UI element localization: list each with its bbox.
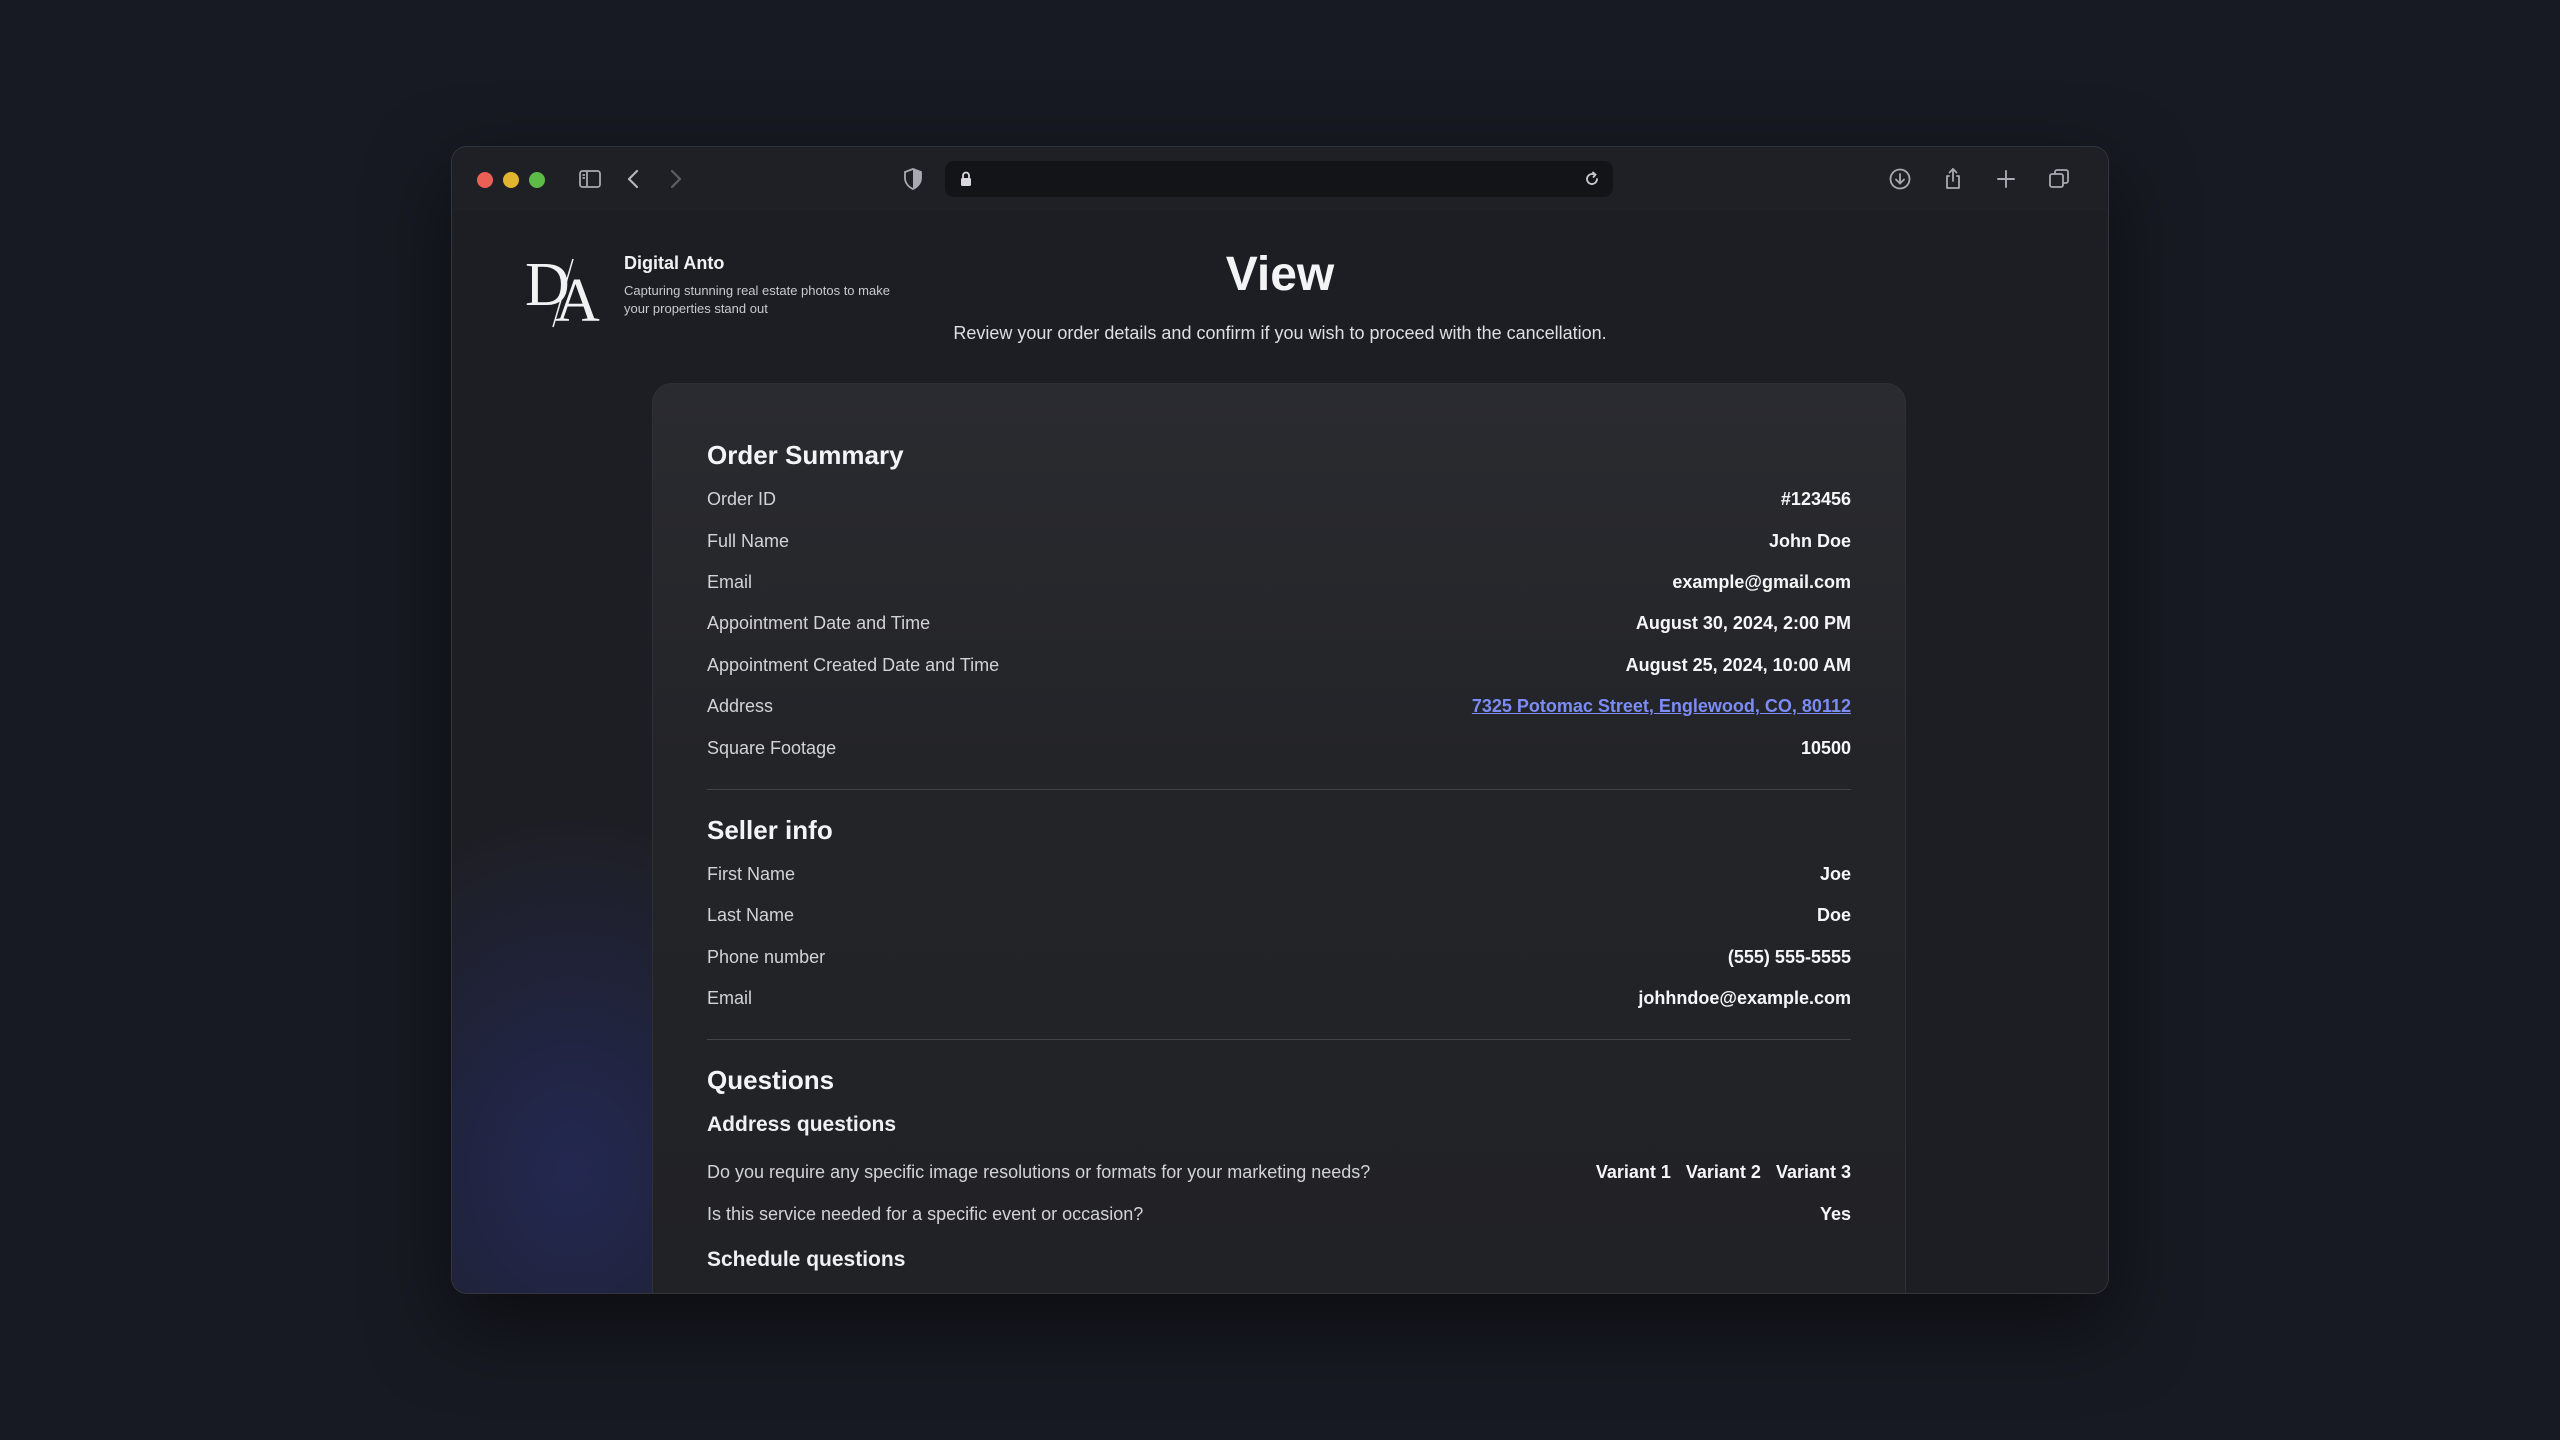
question-row: Is this service needed for a specific ev…: [707, 1194, 1851, 1235]
square-footage-row: Square Footage 10500: [707, 727, 1851, 768]
order-id-row: Order ID #123456: [707, 479, 1851, 520]
appointment-created-value: August 25, 2024, 10:00 AM: [1625, 654, 1851, 675]
variant-answer: Variant 2: [1685, 1162, 1761, 1183]
last-name-row: Last Name Doe: [707, 895, 1851, 936]
forward-icon[interactable]: [661, 165, 689, 193]
schedule-questions-title: Schedule questions: [707, 1248, 906, 1272]
row-label: Email: [707, 571, 753, 592]
row-label: Appointment Created Date and Time: [707, 654, 1000, 675]
browser-toolbar: [452, 147, 2108, 211]
section-divider: [707, 788, 1851, 790]
variant-answer: Variant 1: [1595, 1162, 1671, 1183]
question-label: Is this service needed for a specific ev…: [707, 1203, 1144, 1224]
minimize-window-button[interactable]: [503, 172, 519, 188]
phone-number-value: (555) 555-5555: [1727, 946, 1851, 967]
question-answer: Yes: [1819, 1203, 1851, 1224]
appointment-created-row: Appointment Created Date and Time August…: [707, 645, 1851, 686]
appointment-date-value: August 30, 2024, 2:00 PM: [1635, 613, 1851, 634]
address-questions-title: Address questions: [707, 1113, 897, 1137]
downloads-icon[interactable]: [1886, 165, 1914, 193]
page-subtitle: Review your order details and confirm if…: [953, 323, 1607, 343]
order-details-card: Order Summary Order ID #123456 Full Name…: [652, 383, 1906, 1293]
address-link[interactable]: 7325 Potomac Street, Englewood, CO, 8011…: [1472, 696, 1851, 717]
row-label: Address: [707, 696, 774, 717]
first-name-row: First Name Joe: [707, 854, 1851, 895]
seller-email-value: johhndoe@example.com: [1638, 988, 1851, 1009]
question-label: Do you require any specific image resolu…: [707, 1162, 1371, 1183]
back-icon[interactable]: [620, 165, 648, 193]
full-name-row: Full Name John Doe: [707, 520, 1851, 561]
new-tab-icon[interactable]: [1992, 165, 2020, 193]
reload-icon[interactable]: [1582, 169, 1602, 189]
row-label: Phone number: [707, 946, 826, 967]
sidebar-toggle-icon[interactable]: [576, 165, 604, 193]
tab-overview-icon[interactable]: [2045, 165, 2073, 193]
seller-email-row: Email johhndoe@example.com: [707, 978, 1851, 1019]
privacy-shield-icon[interactable]: [899, 165, 927, 193]
phone-number-row: Phone number (555) 555-5555: [707, 937, 1851, 978]
page-content: D A Digital Anto Capturing stunning real…: [452, 211, 2108, 1293]
row-label: Square Footage: [707, 737, 837, 758]
section-divider: [707, 1039, 1851, 1041]
last-name-value: Doe: [1816, 905, 1851, 926]
first-name-value: Joe: [1819, 863, 1851, 884]
page-title: View: [1225, 248, 1335, 301]
email-row: Email example@gmail.com: [707, 562, 1851, 603]
zoom-window-button[interactable]: [529, 172, 545, 188]
lock-icon: [961, 171, 971, 186]
share-icon[interactable]: [1939, 165, 1967, 193]
variant-answer: Variant 3: [1775, 1162, 1851, 1183]
browser-window: D A Digital Anto Capturing stunning real…: [451, 146, 2109, 1294]
question-row: Do you require any specific image resolu…: [707, 1152, 1851, 1193]
address-bar[interactable]: [945, 161, 1613, 197]
square-footage-value: 10500: [1800, 737, 1851, 758]
full-name-value: John Doe: [1768, 530, 1851, 551]
seller-info-title: Seller info: [707, 814, 833, 845]
order-summary-title: Order Summary: [707, 440, 904, 470]
row-label: Order ID: [707, 489, 777, 510]
row-label: First Name: [707, 863, 796, 884]
appointment-date-row: Appointment Date and Time August 30, 202…: [707, 603, 1851, 644]
row-label: Appointment Date and Time: [707, 613, 931, 634]
seller-info-list: First Name Joe Last Name Doe Phone numbe…: [707, 854, 1851, 1020]
questions-title: Questions: [707, 1065, 835, 1096]
address-row: Address 7325 Potomac Street, Englewood, …: [707, 686, 1851, 727]
order-summary-list: Order ID #123456 Full Name John Doe Emai…: [707, 479, 1851, 769]
row-label: Email: [707, 988, 753, 1009]
email-value: example@gmail.com: [1672, 571, 1851, 592]
close-window-button[interactable]: [477, 172, 493, 188]
row-label: Last Name: [707, 905, 795, 926]
order-id-value: #123456: [1780, 489, 1851, 510]
question-answer-variants: Variant 1 Variant 2 Variant 3: [1586, 1162, 1851, 1183]
row-label: Full Name: [707, 530, 790, 551]
